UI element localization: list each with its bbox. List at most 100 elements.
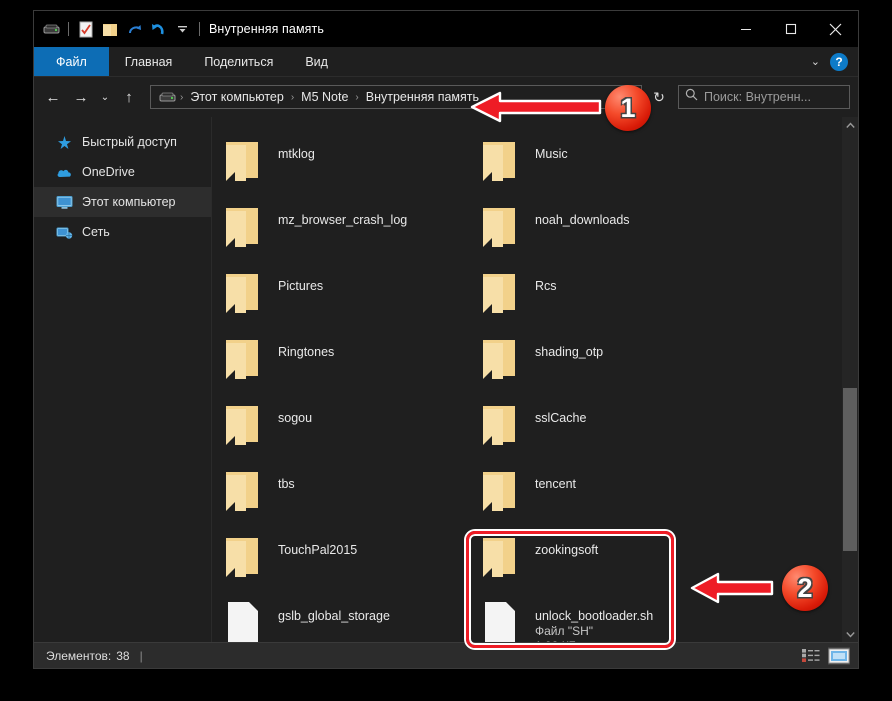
list-item[interactable]	[483, 117, 517, 137]
maximize-button[interactable]	[768, 11, 813, 47]
item-name: tencent	[535, 477, 577, 491]
item-name: Ringtones	[278, 345, 335, 359]
list-item[interactable]	[226, 117, 260, 137]
redo-icon[interactable]	[124, 19, 144, 39]
address-bar: ← → ⌄ ↑ › Этот компьютер › M5 Note › Вну…	[34, 77, 858, 117]
folder-icon	[226, 271, 260, 313]
screenshot-root: Внутренняя память Файл Главная Поделитьс…	[0, 0, 892, 701]
sidebar-item-label: Сеть	[82, 225, 110, 239]
tab-view[interactable]: Вид	[289, 47, 344, 76]
list-item[interactable]: mz_browser_crash_log	[226, 205, 407, 271]
sidebar-item-onedrive[interactable]: OneDrive	[34, 157, 211, 187]
sidebar-item-this-pc[interactable]: Этот компьютер	[34, 187, 211, 217]
scrollbar-thumb[interactable]	[843, 388, 857, 551]
annotation-badge-1: 1	[605, 85, 651, 131]
list-item[interactable]: Music	[483, 139, 568, 205]
forward-button[interactable]: →	[68, 84, 94, 110]
undo-icon[interactable]	[148, 19, 168, 39]
file-list-pane[interactable]: mtklog Music mz_browser_crash_log noah_d…	[212, 117, 858, 642]
item-name: mz_browser_crash_log	[278, 213, 408, 227]
ribbon-right-controls: ⌄ ?	[811, 47, 858, 76]
item-name: Rcs	[535, 279, 557, 293]
breadcrumb-separator: ›	[180, 91, 184, 103]
sidebar-item-label: OneDrive	[82, 165, 135, 179]
toolbar-divider-1	[68, 22, 69, 36]
folder-icon	[483, 469, 517, 511]
list-item[interactable]: Rcs	[483, 271, 557, 337]
up-button[interactable]: ↑	[116, 84, 142, 110]
list-item[interactable]: TouchPal2015	[226, 535, 357, 601]
list-item[interactable]: unlock_bootloader.sh Файл "SH" 1,92 КБ	[483, 601, 653, 642]
item-name: tbs	[278, 477, 295, 491]
item-name: unlock_bootloader.sh	[535, 609, 654, 623]
drive-icon[interactable]	[41, 19, 61, 39]
tab-file[interactable]: Файл	[34, 47, 109, 76]
view-mode-buttons[interactable]	[800, 646, 850, 665]
item-name: gslb_global_storage	[278, 609, 390, 623]
window-title: Внутренняя память	[209, 22, 324, 36]
sidebar-item-network[interactable]: Сеть	[34, 217, 211, 247]
list-item[interactable]: tbs	[226, 469, 295, 535]
scroll-down-button[interactable]	[842, 626, 858, 642]
search-input[interactable]: Поиск: Внутренн...	[678, 85, 850, 109]
title-bar: Внутренняя память	[34, 11, 858, 47]
folder-icon	[483, 535, 517, 577]
list-item[interactable]: mtklog	[226, 139, 315, 205]
list-item[interactable]: noah_downloads	[483, 205, 630, 271]
sidebar-item-quick-access[interactable]: Быстрый доступ	[34, 127, 211, 157]
tab-home[interactable]: Главная	[109, 47, 189, 76]
help-icon[interactable]: ?	[830, 52, 848, 71]
status-bar: Элементов: 38 |	[34, 642, 858, 668]
list-item[interactable]: tencent	[483, 469, 576, 535]
folder-icon	[226, 403, 260, 445]
breadcrumb-item-internal-storage[interactable]: Внутренняя память	[362, 90, 483, 104]
item-name: noah_downloads	[535, 213, 630, 227]
list-item[interactable]: zookingsoft	[483, 535, 598, 601]
folder-icon	[226, 337, 260, 379]
file-icon	[226, 601, 260, 642]
properties-icon[interactable]	[76, 19, 96, 39]
list-item[interactable]: gslb_global_storage	[226, 601, 390, 642]
tab-share[interactable]: Поделиться	[188, 47, 289, 76]
item-name: Music	[535, 147, 568, 161]
status-items-label: Элементов:	[46, 648, 112, 663]
breadcrumb-item-computer[interactable]: Этот компьютер	[186, 90, 287, 104]
folder-icon	[483, 205, 517, 247]
list-item[interactable]: Ringtones	[226, 337, 334, 403]
ribbon-tabbar: Файл Главная Поделиться Вид ⌄ ?	[34, 47, 858, 77]
breadcrumb[interactable]: › Этот компьютер › M5 Note › Внутренняя …	[150, 85, 642, 109]
item-name: sogou	[278, 411, 313, 425]
status-divider: |	[139, 648, 143, 663]
list-item[interactable]: sslCache	[483, 403, 586, 469]
window-controls[interactable]	[723, 11, 858, 47]
list-item[interactable]: sogou	[226, 403, 312, 469]
quick-access-toolbar[interactable]	[38, 19, 203, 39]
recent-locations-icon[interactable]: ⌄	[96, 84, 114, 110]
item-name: zookingsoft	[535, 543, 599, 557]
search-placeholder: Поиск: Внутренн...	[704, 90, 811, 104]
list-item[interactable]: shading_otp	[483, 337, 603, 403]
folder-icon	[226, 205, 260, 247]
large-icons-view-icon[interactable]	[828, 646, 850, 665]
network-icon	[56, 224, 73, 241]
folder-icon	[483, 271, 517, 313]
scroll-up-button[interactable]	[842, 117, 858, 133]
folder-icon	[226, 535, 260, 577]
minimize-button[interactable]	[723, 11, 768, 47]
customize-qat-icon[interactable]	[172, 19, 192, 39]
vertical-scrollbar[interactable]	[842, 117, 858, 642]
list-item[interactable]: Pictures	[226, 271, 323, 337]
breadcrumb-item-device[interactable]: M5 Note	[297, 90, 352, 104]
status-items-count: 38	[116, 648, 130, 663]
close-button[interactable]	[813, 11, 858, 47]
breadcrumb-separator: ›	[290, 91, 295, 103]
item-name: mtklog	[278, 147, 315, 161]
folder-icon	[483, 139, 517, 181]
details-view-icon[interactable]	[800, 647, 822, 665]
back-button[interactable]: ←	[40, 84, 66, 110]
new-folder-icon[interactable]	[100, 19, 120, 39]
explorer-window: Внутренняя память Файл Главная Поделитьс…	[33, 10, 859, 669]
scrollbar-track[interactable]	[842, 133, 858, 626]
star-icon	[56, 134, 73, 151]
chevron-down-icon[interactable]: ⌄	[811, 55, 820, 68]
